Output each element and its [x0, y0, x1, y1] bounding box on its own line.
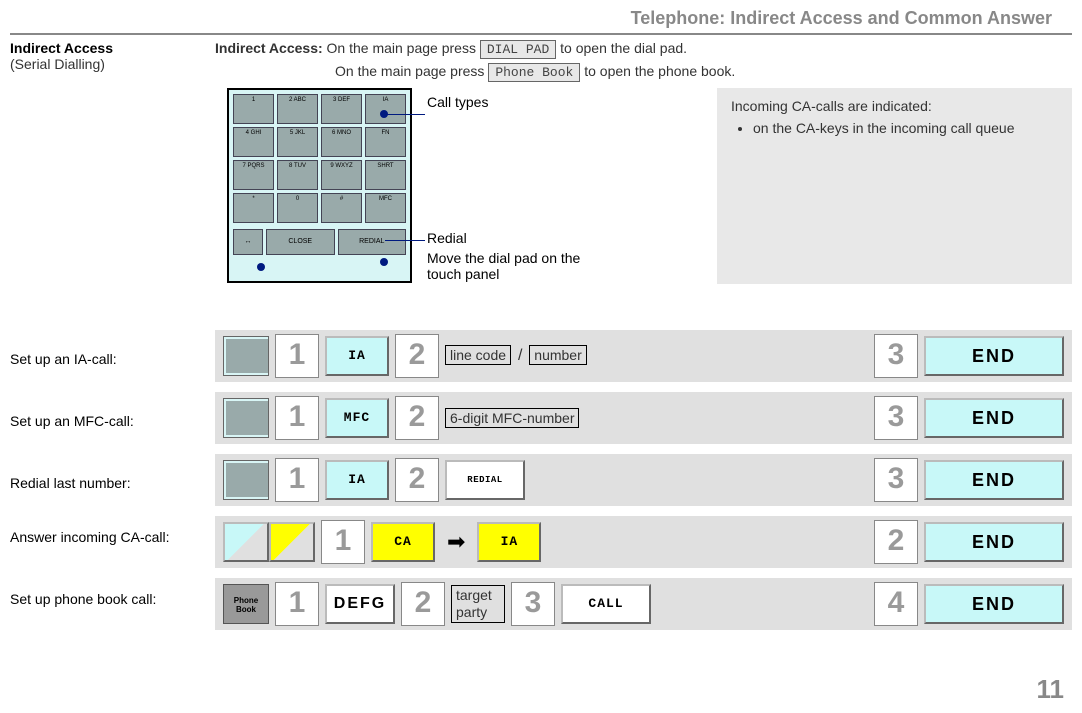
key-2[interactable]: 2 ABC — [277, 94, 318, 124]
defg-button[interactable]: DEFG — [325, 584, 395, 624]
row-ia-call: 1 IA 2 line code / number 3 END — [215, 330, 1072, 382]
key-8[interactable]: 8 TUV — [277, 160, 318, 190]
step-1-pb: 1 — [275, 582, 319, 626]
row-answer-ca: 1 CA ➡ IA 2 END — [215, 516, 1072, 568]
key-redial[interactable]: REDIAL — [338, 229, 407, 255]
mini-keypad-redial — [223, 460, 269, 500]
key-move[interactable]: ↔ — [233, 229, 263, 255]
annot-move: Move the dial pad on the touch panel — [427, 250, 607, 282]
row-redial: 1 IA 2 REDIAL 3 END — [215, 454, 1072, 506]
redial-button[interactable]: REDIAL — [445, 460, 525, 500]
key-5[interactable]: 5 JKL — [277, 127, 318, 157]
key-fn[interactable]: FN — [365, 127, 406, 157]
target-party-field[interactable]: target party — [451, 585, 505, 623]
annot-redial: Redial — [427, 230, 467, 246]
key-3[interactable]: 3 DEF — [321, 94, 362, 124]
row-phonebook: Phone Book 1 DEFG 2 target party 3 CALL … — [215, 578, 1072, 630]
intro-line-1: Indirect Access: On the main page press … — [215, 40, 1072, 59]
step-3: 3 — [874, 334, 918, 378]
sidebar: Indirect Access (Serial Dialling) — [10, 40, 200, 72]
end-button-ca[interactable]: END — [924, 522, 1064, 562]
step-2-redial: 2 — [395, 458, 439, 502]
keypad-area: 1 2 ABC 3 DEF IA 4 GHI 5 JKL 6 MNO FN 7 … — [215, 88, 1072, 298]
step-1: 1 — [275, 334, 319, 378]
slash: / — [518, 347, 522, 364]
row-mfc-call: 1 MFC 2 6-digit MFC-number 3 END — [215, 392, 1072, 444]
key-1[interactable]: 1 — [233, 94, 274, 124]
ca-button[interactable]: CA — [371, 522, 435, 562]
label-answer: Answer incoming CA-call: — [10, 528, 200, 546]
step-3-mfc: 3 — [874, 396, 918, 440]
end-button-redial[interactable]: END — [924, 460, 1064, 500]
step-3-redial: 3 — [874, 458, 918, 502]
key-close[interactable]: CLOSE — [266, 229, 335, 255]
key-star[interactable]: * — [233, 193, 274, 223]
step-4-pb: 4 — [874, 582, 918, 626]
ia-button-redial[interactable]: IA — [325, 460, 389, 500]
callout-dot-move — [257, 263, 265, 271]
intro-line-2: On the main page press Phone Book to ope… — [215, 63, 1072, 82]
mfc-number-field[interactable]: 6-digit MFC-number — [445, 408, 579, 429]
callout-line-1 — [385, 114, 425, 115]
key-4[interactable]: 4 GHI — [233, 127, 274, 157]
intro-text-2b: to open the phone book. — [584, 63, 735, 79]
key-ia[interactable]: IA — [365, 94, 406, 124]
label-mfc: Set up an MFC-call: — [10, 412, 200, 430]
keypad-bottom: ↔ CLOSE REDIAL — [233, 229, 406, 255]
step-2-ca: 2 — [874, 520, 918, 564]
call-button[interactable]: CALL — [561, 584, 651, 624]
key-7[interactable]: 7 PQRS — [233, 160, 274, 190]
step-1-redial: 1 — [275, 458, 319, 502]
ca-indicator-yellow — [269, 522, 315, 562]
key-6[interactable]: 6 MNO — [321, 127, 362, 157]
phonebook-mini[interactable]: Phone Book — [223, 584, 269, 624]
label-ia: Set up an IA-call: — [10, 350, 200, 368]
callout-line-2 — [385, 240, 425, 241]
key-shrt[interactable]: SHRT — [365, 160, 406, 190]
key-9[interactable]: 9 WXYZ — [321, 160, 362, 190]
end-button-pb[interactable]: END — [924, 584, 1064, 624]
step-2-pb: 2 — [401, 582, 445, 626]
end-button[interactable]: END — [924, 336, 1064, 376]
ia-button[interactable]: IA — [325, 336, 389, 376]
info-box: Incoming CA-calls are indicated: on the … — [717, 88, 1072, 284]
ca-indicator-pair — [223, 522, 315, 562]
phonebook-button[interactable]: Phone Book — [488, 63, 580, 82]
end-button-mfc[interactable]: END — [924, 398, 1064, 438]
step-2: 2 — [395, 334, 439, 378]
label-redial: Redial last number: — [10, 474, 200, 492]
annot-calltypes: Call types — [427, 94, 488, 110]
mfc-button[interactable]: MFC — [325, 398, 389, 438]
main-column: Indirect Access: On the main page press … — [215, 40, 1072, 298]
intro-text-1a: On the main page press — [327, 40, 476, 56]
intro-text-1b: to open the dial pad. — [560, 40, 687, 56]
callout-dot-redial — [380, 258, 388, 266]
arrow-right-icon: ➡ — [447, 529, 465, 555]
key-mfc[interactable]: MFC — [365, 193, 406, 223]
sidebar-title: Indirect Access — [10, 40, 200, 56]
page-number: 11 — [1037, 674, 1065, 705]
page-header: Telephone: Indirect Access and Common An… — [10, 0, 1072, 35]
linecode-field[interactable]: line code — [445, 345, 511, 365]
step-1-mfc: 1 — [275, 396, 319, 440]
step-1-ca: 1 — [321, 520, 365, 564]
label-pbook: Set up phone book call: — [10, 590, 200, 608]
mini-keypad-ia — [223, 336, 269, 376]
number-field[interactable]: number — [529, 345, 586, 365]
step-2-mfc: 2 — [395, 396, 439, 440]
dialpad-button[interactable]: DIAL PAD — [480, 40, 556, 59]
key-hash[interactable]: # — [321, 193, 362, 223]
mini-keypad-mfc — [223, 398, 269, 438]
key-0[interactable]: 0 — [277, 193, 318, 223]
ia-button-ca[interactable]: IA — [477, 522, 541, 562]
info-title: Incoming CA-calls are indicated: — [731, 98, 1058, 114]
ca-indicator-cyan — [223, 522, 269, 562]
sidebar-subtitle: (Serial Dialling) — [10, 56, 200, 72]
intro-text-2a: On the main page press — [335, 63, 484, 79]
step-3-pb: 3 — [511, 582, 555, 626]
intro-heading: Indirect Access: — [215, 40, 323, 56]
info-bullet: on the CA-keys in the incoming call queu… — [753, 120, 1058, 136]
